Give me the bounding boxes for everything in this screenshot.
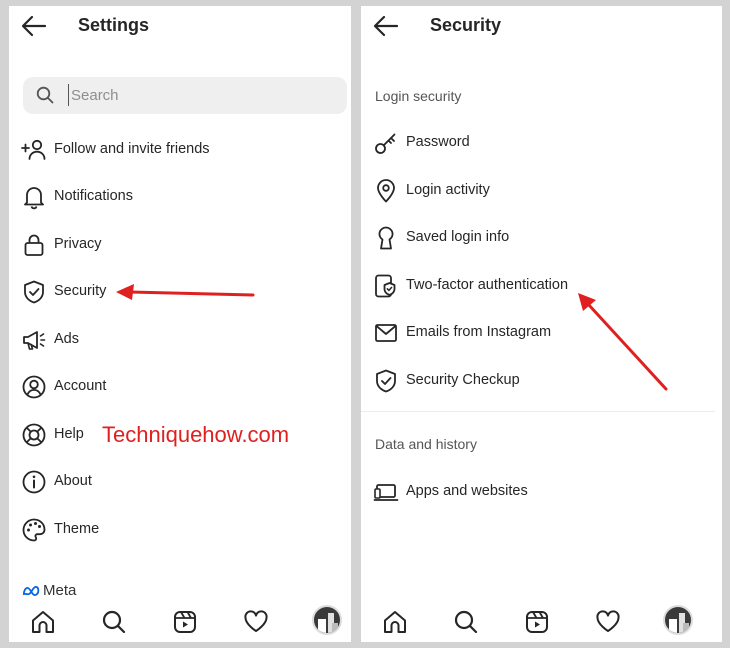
settings-header: Settings [9, 6, 351, 46]
menu-item-security[interactable]: Security [9, 272, 351, 312]
location-pin-icon [373, 178, 399, 204]
account-icon [21, 374, 47, 400]
search-icon[interactable] [452, 608, 480, 636]
search-box[interactable] [23, 77, 347, 114]
home-icon[interactable] [381, 608, 409, 636]
menu-item-label: Password [406, 134, 470, 150]
key-icon [373, 130, 399, 156]
heart-icon[interactable] [594, 608, 622, 636]
bell-icon [21, 184, 47, 210]
search-icon[interactable] [100, 608, 128, 636]
reels-icon[interactable] [523, 608, 551, 636]
menu-item-label: Notifications [54, 188, 133, 204]
menu-item-label: Privacy [54, 236, 102, 252]
back-arrow-icon[interactable] [21, 14, 47, 38]
search-input[interactable] [68, 84, 328, 106]
menu-item-label: Help [54, 426, 84, 442]
home-icon[interactable] [29, 608, 57, 636]
settings-screen: Settings Follow and invite friends Notif… [9, 6, 351, 642]
back-arrow-icon[interactable] [373, 14, 399, 38]
meta-infinity-icon [22, 586, 40, 597]
menu-item-follow-invite[interactable]: Follow and invite friends [9, 130, 351, 170]
bottom-nav [361, 602, 722, 642]
search-icon [36, 86, 54, 104]
reels-icon[interactable] [171, 608, 199, 636]
mail-icon [373, 320, 399, 346]
heart-icon[interactable] [242, 608, 270, 636]
menu-item-label: Ads [54, 331, 79, 347]
keyhole-icon [373, 225, 399, 251]
page-title: Security [430, 15, 502, 35]
page-title: Settings [78, 15, 150, 35]
menu-item-about[interactable]: About [9, 462, 351, 502]
menu-item-saved-login-info[interactable]: Saved login info [361, 218, 722, 258]
shield-icon [21, 279, 47, 305]
menu-item-label: Apps and websites [406, 483, 528, 499]
info-icon [21, 469, 47, 495]
laptop-icon [373, 479, 399, 505]
security-screen: Security Login security Password Login a… [361, 6, 722, 642]
meta-text: Meta [43, 582, 77, 599]
palette-icon [21, 517, 47, 543]
bottom-nav [9, 602, 351, 642]
watermark-text: Techniquehow.com [102, 422, 290, 447]
menu-item-privacy[interactable]: Privacy [9, 225, 351, 265]
lock-icon [21, 232, 47, 258]
menu-item-label: Account [54, 378, 107, 394]
menu-item-label: Login activity [406, 182, 490, 198]
shield-check-icon [373, 368, 399, 394]
phone-shield-icon [373, 273, 399, 299]
menu-item-login-activity[interactable]: Login activity [361, 171, 722, 211]
section-title-login-security: Login security [375, 88, 462, 104]
menu-item-two-factor-auth[interactable]: Two-factor authentication [361, 266, 722, 306]
lifebuoy-icon [21, 422, 47, 448]
menu-item-label: Theme [54, 521, 100, 537]
menu-item-account[interactable]: Account [9, 367, 351, 407]
section-divider [361, 411, 715, 412]
security-header: Security [361, 6, 722, 46]
menu-item-password[interactable]: Password [361, 123, 722, 163]
profile-avatar[interactable] [663, 605, 693, 635]
add-person-icon [21, 137, 47, 163]
menu-item-label: Security Checkup [406, 372, 520, 388]
menu-item-label: Security [54, 283, 107, 299]
megaphone-icon [21, 327, 47, 353]
menu-item-label: Saved login info [406, 229, 510, 245]
profile-avatar[interactable] [312, 605, 342, 635]
menu-item-apps-and-websites[interactable]: Apps and websites [361, 472, 722, 512]
menu-item-notifications[interactable]: Notifications [9, 177, 351, 217]
menu-item-emails-from-instagram[interactable]: Emails from Instagram [361, 313, 722, 353]
section-title-data-history: Data and history [375, 436, 477, 452]
menu-item-label: Two-factor authentication [406, 277, 569, 293]
menu-item-security-checkup[interactable]: Security Checkup [361, 361, 722, 401]
menu-item-theme[interactable]: Theme [9, 510, 351, 550]
menu-item-ads[interactable]: Ads [9, 320, 351, 360]
menu-item-label: Follow and invite friends [54, 141, 210, 157]
menu-item-label: Emails from Instagram [406, 324, 552, 340]
menu-item-label: About [54, 473, 92, 489]
